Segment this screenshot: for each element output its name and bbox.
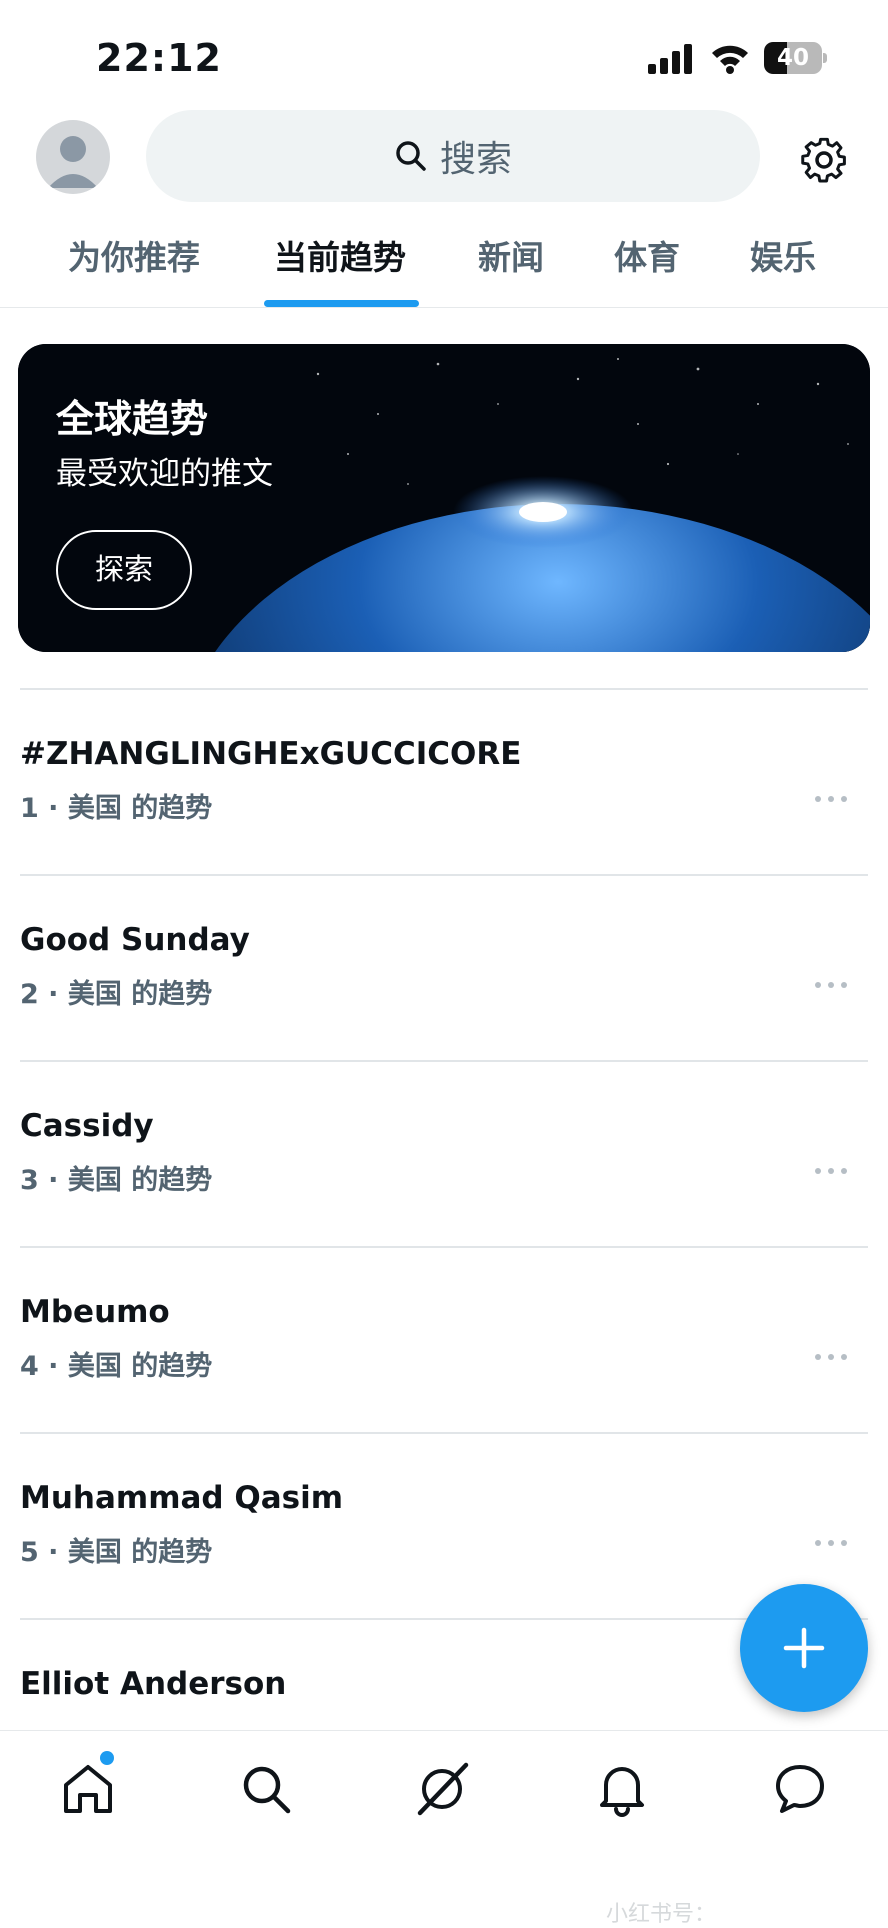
tab-for-you[interactable]: 为你推荐 <box>68 228 200 308</box>
more-options-icon[interactable] <box>814 1352 848 1362</box>
tab-bar: 为你推荐 当前趋势 新闻 体育 娱乐 <box>0 228 888 308</box>
tab-sports[interactable]: 体育 <box>614 228 680 308</box>
trend-meta: 2 · 美国 的趋势 <box>20 979 213 1010</box>
status-time: 22:12 <box>96 36 222 80</box>
search-placeholder: 搜索 <box>439 139 512 180</box>
divider <box>20 1060 868 1062</box>
tab-news[interactable]: 新闻 <box>478 228 544 308</box>
watermark: 小红书号： <box>606 1902 717 1927</box>
trend-title: #ZHANGLINGHExGUCCICORE <box>20 736 522 772</box>
trend-item[interactable]: Cassidy 3 · 美国 的趋势 <box>0 1108 888 1294</box>
tab-entertainment[interactable]: 娱乐 <box>750 228 816 308</box>
messages-icon[interactable] <box>772 1761 828 1817</box>
avatar[interactable] <box>36 120 110 194</box>
divider <box>20 1246 868 1248</box>
divider <box>20 688 868 690</box>
trend-item[interactable]: Mbeumo 4 · 美国 的趋势 <box>0 1294 888 1480</box>
banner-title: 全球趋势 <box>56 397 209 441</box>
search-icon[interactable] <box>238 1761 294 1817</box>
more-options-icon[interactable] <box>814 1166 848 1176</box>
trend-meta: 1 · 美国 的趋势 <box>20 793 213 824</box>
trend-title: Elliot Anderson <box>20 1666 287 1702</box>
more-options-icon[interactable] <box>814 980 848 990</box>
trend-meta: 4 · 美国 的趋势 <box>20 1351 213 1382</box>
gear-icon[interactable] <box>798 132 850 184</box>
banner-subtitle: 最受欢迎的推文 <box>56 456 273 492</box>
trend-item[interactable]: #ZHANGLINGHExGUCCICORE 1 · 美国 的趋势 <box>0 736 888 922</box>
grok-icon[interactable] <box>414 1761 470 1817</box>
bottom-navigation <box>0 1730 888 1920</box>
more-options-icon[interactable] <box>814 794 848 804</box>
plus-icon <box>783 1627 825 1669</box>
battery-icon: 40 <box>764 42 828 74</box>
explore-button[interactable]: 探索 <box>56 530 192 610</box>
battery-level: 40 <box>776 45 809 71</box>
compose-button[interactable] <box>740 1584 868 1712</box>
trend-title: Mbeumo <box>20 1294 170 1330</box>
divider <box>20 874 868 876</box>
search-bar[interactable]: 搜索 <box>146 110 760 202</box>
more-options-icon[interactable] <box>814 1538 848 1548</box>
default-avatar-icon <box>48 136 98 188</box>
trend-title: Muhammad Qasim <box>20 1480 344 1516</box>
notifications-icon[interactable] <box>594 1761 650 1817</box>
status-bar: 22:12 40 <box>0 0 888 110</box>
search-icon <box>396 141 426 171</box>
home-icon[interactable] <box>60 1761 116 1817</box>
trend-item[interactable]: Good Sunday 2 · 美国 的趋势 <box>0 922 888 1108</box>
trend-title: Cassidy <box>20 1108 154 1144</box>
trend-meta: 3 · 美国 的趋势 <box>20 1165 213 1196</box>
active-tab-indicator <box>264 300 419 307</box>
home-notification-dot <box>100 1751 114 1765</box>
trend-meta: 5 · 美国 的趋势 <box>20 1537 213 1568</box>
wifi-icon <box>712 45 748 74</box>
trend-title: Good Sunday <box>20 922 250 958</box>
global-trends-banner[interactable]: 全球趋势 最受欢迎的推文 探索 <box>18 344 870 652</box>
cellular-signal-icon <box>648 44 692 74</box>
tab-trending[interactable]: 当前趋势 <box>274 228 406 308</box>
divider <box>20 1432 868 1434</box>
